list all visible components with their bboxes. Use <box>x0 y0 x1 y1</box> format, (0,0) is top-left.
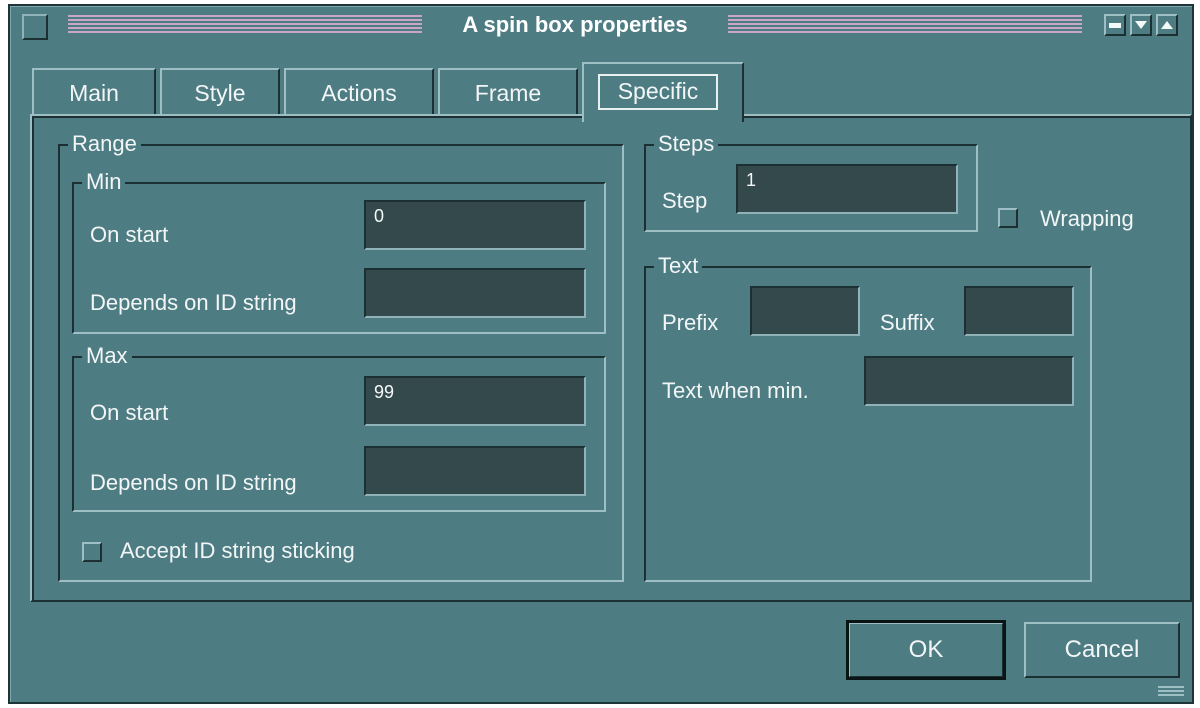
resize-grip-icon[interactable] <box>1158 686 1184 696</box>
max-depends-input[interactable] <box>364 446 586 496</box>
tab-label: Specific <box>617 78 699 104</box>
maximize-button[interactable] <box>1156 14 1178 36</box>
tab-label: Style <box>194 80 246 106</box>
steps-group: Steps Step 1 <box>644 132 978 232</box>
max-depends-label: Depends on ID string <box>90 470 297 495</box>
title-decoration <box>728 15 1082 35</box>
suffix-input[interactable] <box>964 286 1074 336</box>
range-group: Range Min On start 0 Depends on ID strin… <box>58 132 624 582</box>
title-bar[interactable]: A spin box properties <box>10 6 1192 46</box>
ok-button[interactable]: OK <box>846 620 1006 680</box>
accept-id-string-checkbox[interactable] <box>82 542 102 562</box>
step-input[interactable]: 1 <box>736 164 958 214</box>
text-when-min-input[interactable] <box>864 356 1074 406</box>
tab-main[interactable]: Main <box>32 68 156 114</box>
min-depends-label: Depends on ID string <box>90 290 297 315</box>
min-group: Min On start 0 Depends on ID string <box>72 170 606 334</box>
min-on-start-label: On start <box>90 222 169 247</box>
prefix-label: Prefix <box>662 310 719 335</box>
system-menu-button[interactable] <box>22 14 48 40</box>
arrow-up-icon <box>1161 21 1173 29</box>
minimize-icon <box>1109 23 1121 28</box>
minimize-button[interactable] <box>1104 14 1126 36</box>
tab-actions[interactable]: Actions <box>284 68 434 114</box>
prefix-input[interactable] <box>750 286 860 336</box>
wrapping-checkbox[interactable] <box>998 208 1018 228</box>
max-legend: Max <box>82 344 132 368</box>
min-depends-input[interactable] <box>364 268 586 318</box>
dialog-window: A spin box properties Main Style Actions… <box>8 4 1194 704</box>
min-on-start-input[interactable]: 0 <box>364 200 586 250</box>
step-label: Step <box>662 188 708 213</box>
steps-legend: Steps <box>654 132 719 156</box>
text-legend: Text <box>654 254 703 278</box>
tab-label: Frame <box>474 80 542 106</box>
tab-panel-specific: Range Min On start 0 Depends on ID strin… <box>30 114 1192 602</box>
tab-frame[interactable]: Frame <box>438 68 578 114</box>
tab-specific[interactable]: Specific <box>582 62 744 122</box>
shade-button[interactable] <box>1130 14 1152 36</box>
title-decoration <box>68 15 422 35</box>
cancel-button[interactable]: Cancel <box>1024 622 1180 678</box>
window-title: A spin box properties <box>462 12 688 37</box>
arrow-down-icon <box>1135 21 1147 29</box>
min-legend: Min <box>82 170 126 194</box>
tab-label: Actions <box>321 80 397 106</box>
text-when-min-label: Text when min. <box>662 378 809 403</box>
max-on-start-input[interactable]: 99 <box>364 376 586 426</box>
wrapping-label: Wrapping <box>1040 206 1134 231</box>
max-on-start-label: On start <box>90 400 169 425</box>
range-legend: Range <box>68 132 141 156</box>
text-group: Text Prefix Suffix Text when min. <box>644 254 1092 582</box>
tab-label: Main <box>69 80 119 106</box>
suffix-label: Suffix <box>880 310 935 335</box>
max-group: Max On start 99 Depends on ID string <box>72 344 606 512</box>
accept-id-string-label: Accept ID string sticking <box>120 538 355 563</box>
tab-style[interactable]: Style <box>160 68 280 114</box>
